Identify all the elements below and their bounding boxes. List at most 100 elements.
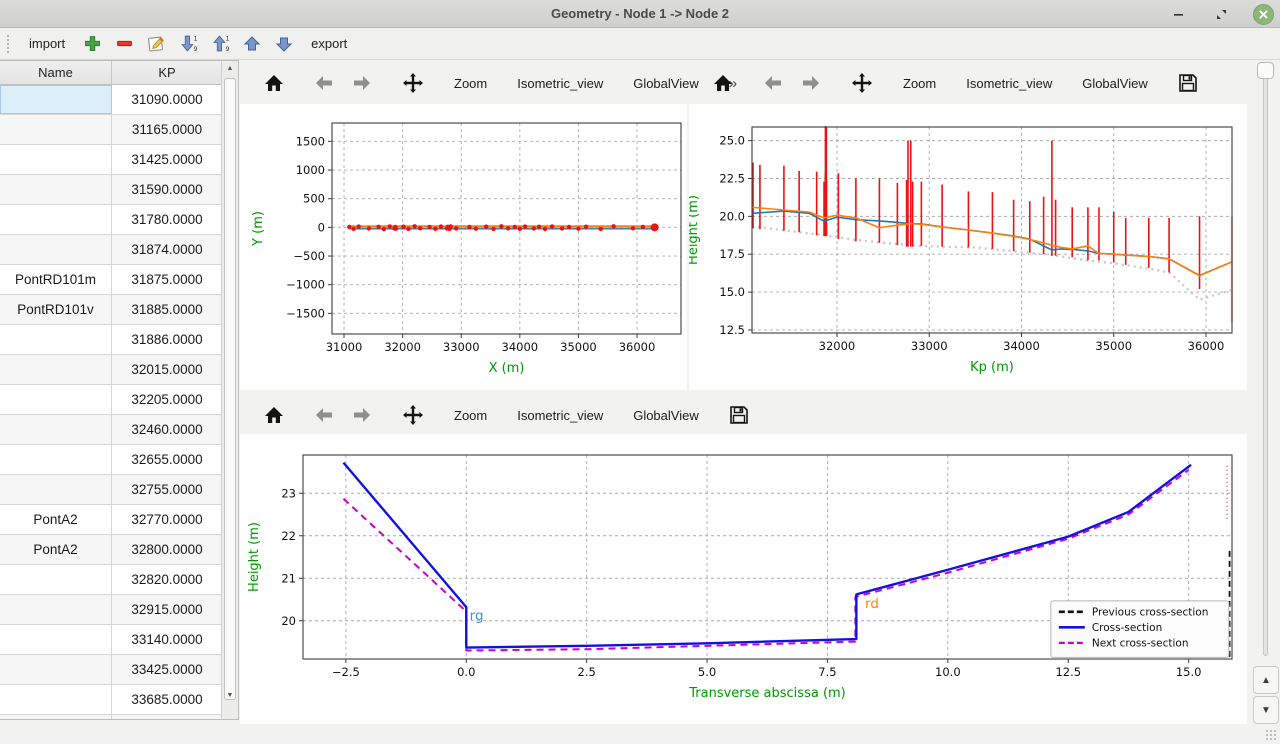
table-row[interactable]: 32915.0000	[0, 595, 222, 625]
cell-kp[interactable]: 31090.0000	[112, 85, 222, 114]
save-button[interactable]	[721, 401, 757, 429]
back-button[interactable]	[306, 403, 342, 427]
table-row[interactable]: 31780.0000	[0, 205, 222, 235]
table-row[interactable]: 32655.0000	[0, 445, 222, 475]
export-button[interactable]: export	[305, 33, 353, 54]
isometric-view-button[interactable]: Isometric_view	[509, 404, 611, 427]
cell-kp[interactable]: 33685.0000	[112, 685, 222, 714]
toolbar-drag-handle[interactable]	[6, 34, 11, 54]
cell-name[interactable]	[0, 235, 112, 264]
import-button[interactable]: import	[23, 33, 71, 54]
home-button[interactable]	[256, 402, 292, 428]
back-button[interactable]	[755, 71, 791, 95]
table-row[interactable]: 31886.0000	[0, 325, 222, 355]
sort-descending-button[interactable]: 19	[177, 33, 199, 55]
cell-name[interactable]	[0, 415, 112, 444]
cell-name[interactable]	[0, 655, 112, 684]
home-button[interactable]	[256, 70, 292, 96]
cell-kp[interactable]: 31780.0000	[112, 205, 222, 234]
globalview-button[interactable]: GlobalView	[1074, 72, 1156, 95]
cell-name[interactable]	[0, 355, 112, 384]
cell-kp[interactable]: 33140.0000	[112, 625, 222, 654]
pan-button[interactable]	[394, 68, 432, 98]
scroll-down-button[interactable]: ▼	[1253, 696, 1279, 724]
cell-kp[interactable]: 32460.0000	[112, 415, 222, 444]
cell-name[interactable]	[0, 205, 112, 234]
cell-kp[interactable]: 31425.0000	[112, 145, 222, 174]
restore-button[interactable]	[1211, 4, 1231, 24]
cell-name[interactable]	[0, 115, 112, 144]
cell-kp[interactable]: 31874.0000	[112, 235, 222, 264]
cell-kp[interactable]: 31886.0000	[112, 325, 222, 354]
table-row[interactable]: 31590.0000	[0, 175, 222, 205]
forward-button[interactable]	[793, 71, 829, 95]
table-scroll-down-icon[interactable]: ▼	[222, 688, 238, 703]
cell-name[interactable]: PontA2	[0, 505, 112, 534]
cross-section-figure[interactable]: −2.50.02.55.07.510.012.515.023222120Tran…	[240, 434, 1247, 724]
zoom-button[interactable]: Zoom	[895, 72, 944, 95]
cell-kp[interactable]: 32770.0000	[112, 505, 222, 534]
save-button[interactable]	[1170, 69, 1206, 97]
cell-kp[interactable]: 31875.0000	[112, 265, 222, 294]
table-row[interactable]: 31874.0000	[0, 235, 222, 265]
cell-name[interactable]	[0, 715, 112, 720]
right-scrollbar-track[interactable]	[1263, 62, 1268, 656]
globalview-button[interactable]: GlobalView	[625, 404, 707, 427]
table-row[interactable]: 32205.0000	[0, 385, 222, 415]
cell-name[interactable]	[0, 325, 112, 354]
scroll-up-button[interactable]: ▲	[1253, 666, 1279, 694]
table-scrollbar-thumb[interactable]	[224, 78, 236, 700]
table-header-name[interactable]: Name	[0, 61, 112, 84]
table-row[interactable]: 32015.0000	[0, 355, 222, 385]
edit-button[interactable]	[145, 33, 167, 55]
isometric-view-button[interactable]: Isometric_view	[509, 72, 611, 95]
cell-name[interactable]	[0, 595, 112, 624]
resize-grip[interactable]	[1265, 729, 1277, 741]
cell-kp[interactable]: 32915.0000	[112, 595, 222, 624]
profile-view-figure[interactable]: 320003300034000350003600025.022.520.017.…	[689, 104, 1247, 390]
table-row[interactable]: PontA232770.0000	[0, 505, 222, 535]
cell-kp[interactable]: 32655.0000	[112, 445, 222, 474]
right-scrollbar-thumb[interactable]	[1257, 62, 1274, 79]
cell-name[interactable]	[0, 565, 112, 594]
cell-kp[interactable]: 31590.0000	[112, 175, 222, 204]
sort-ascending-button[interactable]: 19	[209, 33, 231, 55]
pan-button[interactable]	[394, 400, 432, 430]
cell-kp[interactable]: 32755.0000	[112, 475, 222, 504]
table-scroll-up-icon[interactable]: ▲	[222, 61, 238, 76]
cell-name[interactable]	[0, 175, 112, 204]
back-button[interactable]	[306, 71, 342, 95]
home-button[interactable]	[705, 70, 741, 96]
table-row[interactable]: PontRD101v31885.0000	[0, 295, 222, 325]
cell-kp[interactable]: 32800.0000	[112, 535, 222, 564]
cell-kp[interactable]: 32820.0000	[112, 565, 222, 594]
cell-kp[interactable]: 31165.0000	[112, 115, 222, 144]
move-up-button[interactable]	[241, 33, 263, 55]
cell-kp[interactable]	[112, 715, 222, 720]
table-row[interactable]: PontA232800.0000	[0, 535, 222, 565]
close-button[interactable]	[1253, 4, 1274, 25]
cell-kp[interactable]: 32205.0000	[112, 385, 222, 414]
table-row[interactable]: 31090.0000	[0, 85, 222, 115]
cell-name[interactable]	[0, 475, 112, 504]
minimize-button[interactable]	[1169, 4, 1189, 24]
plan-view-figure[interactable]: 3100032000330003400035000360001500100050…	[240, 104, 687, 390]
cell-name[interactable]: PontRD101m	[0, 265, 112, 294]
cell-name[interactable]	[0, 685, 112, 714]
add-button[interactable]	[81, 33, 103, 55]
forward-button[interactable]	[344, 71, 380, 95]
table-row[interactable]: 32820.0000	[0, 565, 222, 595]
cell-name[interactable]	[0, 145, 112, 174]
cell-name[interactable]	[0, 85, 112, 114]
cell-name[interactable]	[0, 445, 112, 474]
table-header-kp[interactable]: KP	[112, 61, 222, 84]
table-row[interactable]: 33425.0000	[0, 655, 222, 685]
table-row[interactable]: 31165.0000	[0, 115, 222, 145]
zoom-button[interactable]: Zoom	[446, 72, 495, 95]
table-row[interactable]: 33685.0000	[0, 685, 222, 715]
cell-name[interactable]	[0, 625, 112, 654]
remove-button[interactable]	[113, 33, 135, 55]
move-down-button[interactable]	[273, 33, 295, 55]
table-row[interactable]: 31425.0000	[0, 145, 222, 175]
cell-name[interactable]: PontA2	[0, 535, 112, 564]
